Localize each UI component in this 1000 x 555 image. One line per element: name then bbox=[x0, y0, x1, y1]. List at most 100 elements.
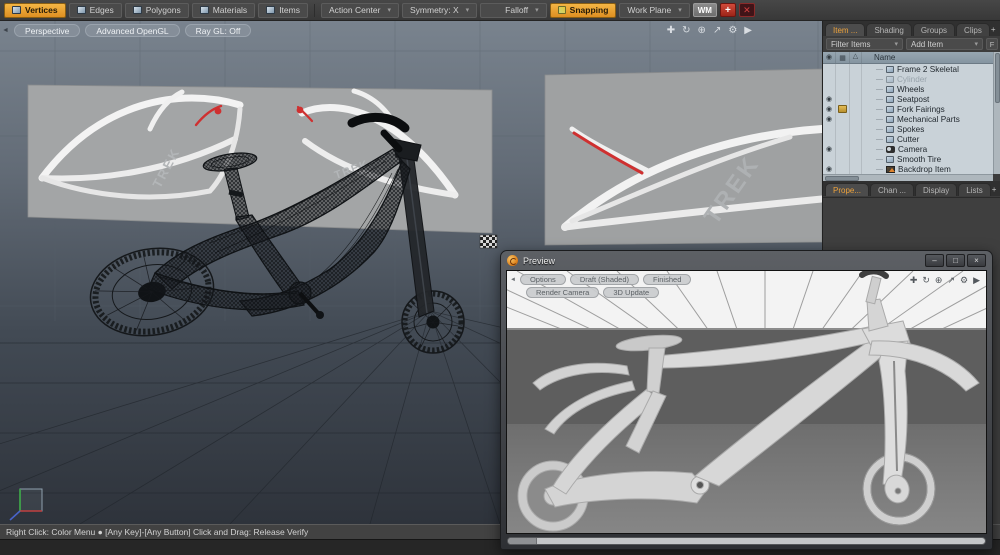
raygl-button[interactable]: Ray GL: Off bbox=[184, 24, 252, 37]
minimize-button[interactable]: – bbox=[925, 254, 944, 267]
add-tab-icon[interactable]: + bbox=[991, 25, 996, 34]
item-row-frame-2-skeletal[interactable]: — Frame 2 Skeletal bbox=[823, 64, 993, 74]
orbit-icon[interactable]: ↻ bbox=[922, 275, 930, 286]
viewport-header: ◄ Perspective Advanced OpenGL Ray GL: Of… bbox=[2, 24, 252, 37]
item-row-camera[interactable]: ◉ — Camera bbox=[823, 144, 993, 154]
visibility-eye-icon[interactable]: ◉ bbox=[823, 104, 836, 114]
work-plane-button[interactable]: Work Plane ▾ bbox=[619, 2, 690, 18]
chevron-down-icon: ▾ bbox=[678, 7, 682, 14]
falloff-button[interactable]: Falloff ▾ bbox=[480, 2, 547, 18]
mode-button-polygons[interactable]: Polygons bbox=[124, 2, 189, 18]
tab-clips[interactable]: Clips bbox=[956, 23, 990, 36]
preview-nav-icons: ✚ ↻ ⊕ ↗ ⚙ ▶ bbox=[910, 275, 980, 286]
preview-quality-button[interactable]: Draft (Shaded) bbox=[569, 274, 640, 285]
item-row-mechanical-parts[interactable]: ◉ — Mechanical Parts bbox=[823, 114, 993, 124]
pan-icon[interactable]: ✚ bbox=[910, 275, 918, 286]
orbit-icon[interactable]: ↻ bbox=[682, 25, 690, 36]
progress-notch bbox=[508, 538, 537, 544]
tab-channels[interactable]: Chan ... bbox=[870, 183, 915, 196]
hierarchy-dash: — bbox=[876, 165, 883, 173]
preview-collapse-icon[interactable]: ◄ bbox=[510, 277, 516, 283]
preview-render-area[interactable]: ◄ Options Draft (Shaded) Finished Render… bbox=[506, 270, 987, 534]
more-icon[interactable]: ▶ bbox=[973, 275, 980, 286]
red-tool-icon[interactable]: ✕ bbox=[738, 3, 755, 17]
tab-shading[interactable]: Shading bbox=[866, 23, 912, 36]
tab-bar-icons: + ↗ ⚙ ▶ bbox=[991, 25, 1000, 36]
shading-mode-button[interactable]: Advanced OpenGL bbox=[85, 24, 180, 37]
maximize-viewport-icon[interactable]: ↗ bbox=[713, 25, 721, 36]
item-label: Fork Fairings bbox=[897, 104, 945, 114]
mesh-item-icon bbox=[886, 115, 894, 123]
mode-button-vertices[interactable]: Vertices bbox=[4, 2, 66, 18]
tab-groups[interactable]: Groups bbox=[912, 23, 956, 36]
wm-button[interactable]: WM bbox=[692, 3, 717, 17]
preview-progress-bar bbox=[507, 537, 986, 545]
item-row-spokes[interactable]: — Spokes bbox=[823, 124, 993, 134]
scrollbar-thumb[interactable] bbox=[995, 53, 1000, 103]
viewport-collapse-icon[interactable]: ◄ bbox=[2, 27, 9, 34]
mode-label: Vertices bbox=[25, 5, 58, 15]
maximize-button[interactable]: □ bbox=[946, 254, 965, 267]
mode-button-edges[interactable]: Edges bbox=[68, 2, 122, 18]
mesh-item-icon bbox=[886, 95, 894, 103]
preview-options-button[interactable]: Options bbox=[519, 274, 566, 285]
item-row-cylinder[interactable]: — Cylinder bbox=[823, 74, 993, 84]
item-row-wheels[interactable]: — Wheels bbox=[823, 84, 993, 94]
add-button[interactable]: + bbox=[719, 3, 736, 17]
tab-display[interactable]: Display bbox=[915, 183, 958, 196]
item-label: Camera bbox=[898, 144, 928, 154]
tab-items[interactable]: Item ... bbox=[825, 23, 866, 36]
filter-items-dropdown[interactable]: Filter Items ▾ bbox=[826, 38, 903, 50]
tab-lists[interactable]: Lists bbox=[958, 183, 991, 196]
item-label: Cutter bbox=[897, 134, 920, 144]
preview-status-button[interactable]: Finished bbox=[643, 274, 692, 285]
preview-window-title: Preview bbox=[523, 255, 556, 266]
item-row-cutter[interactable]: — Cutter bbox=[823, 134, 993, 144]
visibility-eye-icon[interactable]: ◉ bbox=[823, 164, 836, 174]
status-text: Right Click: Color Menu ● [Any Key]-[Any… bbox=[6, 527, 309, 537]
item-row-backdrop-item[interactable]: ◉ — Backdrop Item bbox=[823, 164, 993, 174]
item-label: Mechanical Parts bbox=[897, 114, 960, 124]
backdrop-item-icon bbox=[886, 165, 895, 173]
polygons-cube-icon bbox=[132, 6, 142, 14]
close-button[interactable]: × bbox=[967, 254, 986, 267]
mode-button-materials[interactable]: Materials bbox=[191, 2, 256, 18]
mode-label: Polygons bbox=[145, 5, 181, 15]
item-label: Cylinder bbox=[897, 74, 928, 84]
item-row-seatpost[interactable]: ◉ — Seatpost bbox=[823, 94, 993, 104]
magnify-icon[interactable]: ⊕ bbox=[935, 275, 943, 286]
item-list: — Frame 2 Skeletal — Cylinder — Wheels ◉… bbox=[823, 64, 993, 174]
add-tab-icon[interactable]: + bbox=[992, 185, 997, 194]
item-row-fork-fairings[interactable]: ◉ — Fork Fairings bbox=[823, 104, 993, 114]
more-icon[interactable]: ▶ bbox=[744, 25, 752, 36]
hierarchy-dash: — bbox=[876, 145, 883, 153]
action-center-button[interactable]: Action Center ▾ bbox=[320, 2, 399, 18]
snapping-icon bbox=[557, 6, 566, 14]
render-camera-button[interactable]: Render Camera bbox=[526, 287, 600, 298]
add-item-dropdown[interactable]: Add Item ▾ bbox=[906, 38, 983, 50]
gear-icon[interactable]: ⚙ bbox=[960, 275, 968, 286]
visibility-eye-icon[interactable]: ◉ bbox=[823, 144, 836, 154]
filter-items-label: Filter Items bbox=[831, 39, 871, 49]
camera-item-icon bbox=[886, 145, 895, 153]
magnify-icon[interactable]: ⊕ bbox=[698, 25, 706, 36]
maximize-viewport-icon[interactable]: ↗ bbox=[947, 275, 955, 286]
preview-title-bar[interactable]: Preview – □ × bbox=[501, 251, 992, 270]
viewport-type-button[interactable]: Perspective bbox=[13, 24, 81, 37]
gear-icon[interactable]: ⚙ bbox=[728, 25, 737, 36]
update-mode-button[interactable]: 3D Update bbox=[603, 287, 660, 298]
items-cube-icon bbox=[266, 6, 276, 14]
mode-button-items[interactable]: Items bbox=[258, 2, 308, 18]
symmetry-button[interactable]: Symmetry: X ▾ bbox=[401, 2, 478, 18]
filter-button[interactable]: F bbox=[986, 38, 998, 50]
visibility-eye-icon[interactable]: ◉ bbox=[823, 114, 836, 124]
pan-icon[interactable]: ✚ bbox=[667, 25, 675, 36]
tab-properties[interactable]: Prope... bbox=[825, 183, 870, 196]
item-list-vertical-scrollbar[interactable] bbox=[993, 52, 1000, 174]
item-row-smooth-tire[interactable]: — Smooth Tire bbox=[823, 154, 993, 164]
snapping-button[interactable]: Snapping bbox=[549, 2, 617, 18]
preview-render bbox=[507, 271, 986, 533]
hierarchy-dash: — bbox=[876, 115, 883, 123]
preview-window[interactable]: Preview – □ × ◄ Options Draft (Shaded) F… bbox=[500, 250, 993, 550]
visibility-eye-icon[interactable]: ◉ bbox=[823, 94, 836, 104]
